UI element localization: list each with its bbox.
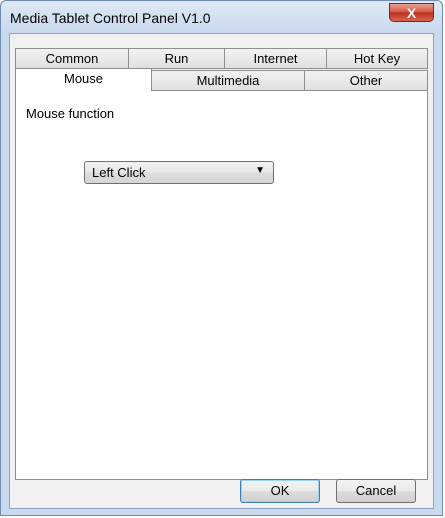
client-area: Common Run Internet Hot Key Mouse Multim… [9, 33, 434, 509]
tab-common[interactable]: Common [15, 48, 129, 69]
tab-run[interactable]: Run [128, 48, 225, 69]
chevron-down-icon: ▼ [255, 165, 265, 176]
tab-multimedia[interactable]: Multimedia [151, 70, 305, 91]
tab-internet[interactable]: Internet [224, 48, 327, 69]
mouse-function-label: Mouse function [26, 106, 115, 121]
title-bar[interactable]: Media Tablet Control Panel V1.0 X [1, 1, 442, 33]
mouse-tab-panel [15, 90, 428, 480]
tab-mouse[interactable]: Mouse [15, 68, 152, 91]
cancel-button[interactable]: Cancel [336, 479, 416, 503]
close-button[interactable]: X [389, 3, 434, 22]
mouse-function-dropdown[interactable]: Left Click ▼ [84, 161, 274, 184]
window-title: Media Tablet Control Panel V1.0 [10, 10, 211, 26]
tab-hot-key[interactable]: Hot Key [326, 48, 428, 69]
dialog-window: Media Tablet Control Panel V1.0 X Common… [0, 0, 443, 516]
mouse-function-value: Left Click [92, 165, 146, 180]
ok-button[interactable]: OK [240, 479, 320, 503]
tab-other[interactable]: Other [304, 70, 428, 91]
close-icon: X [406, 4, 417, 21]
